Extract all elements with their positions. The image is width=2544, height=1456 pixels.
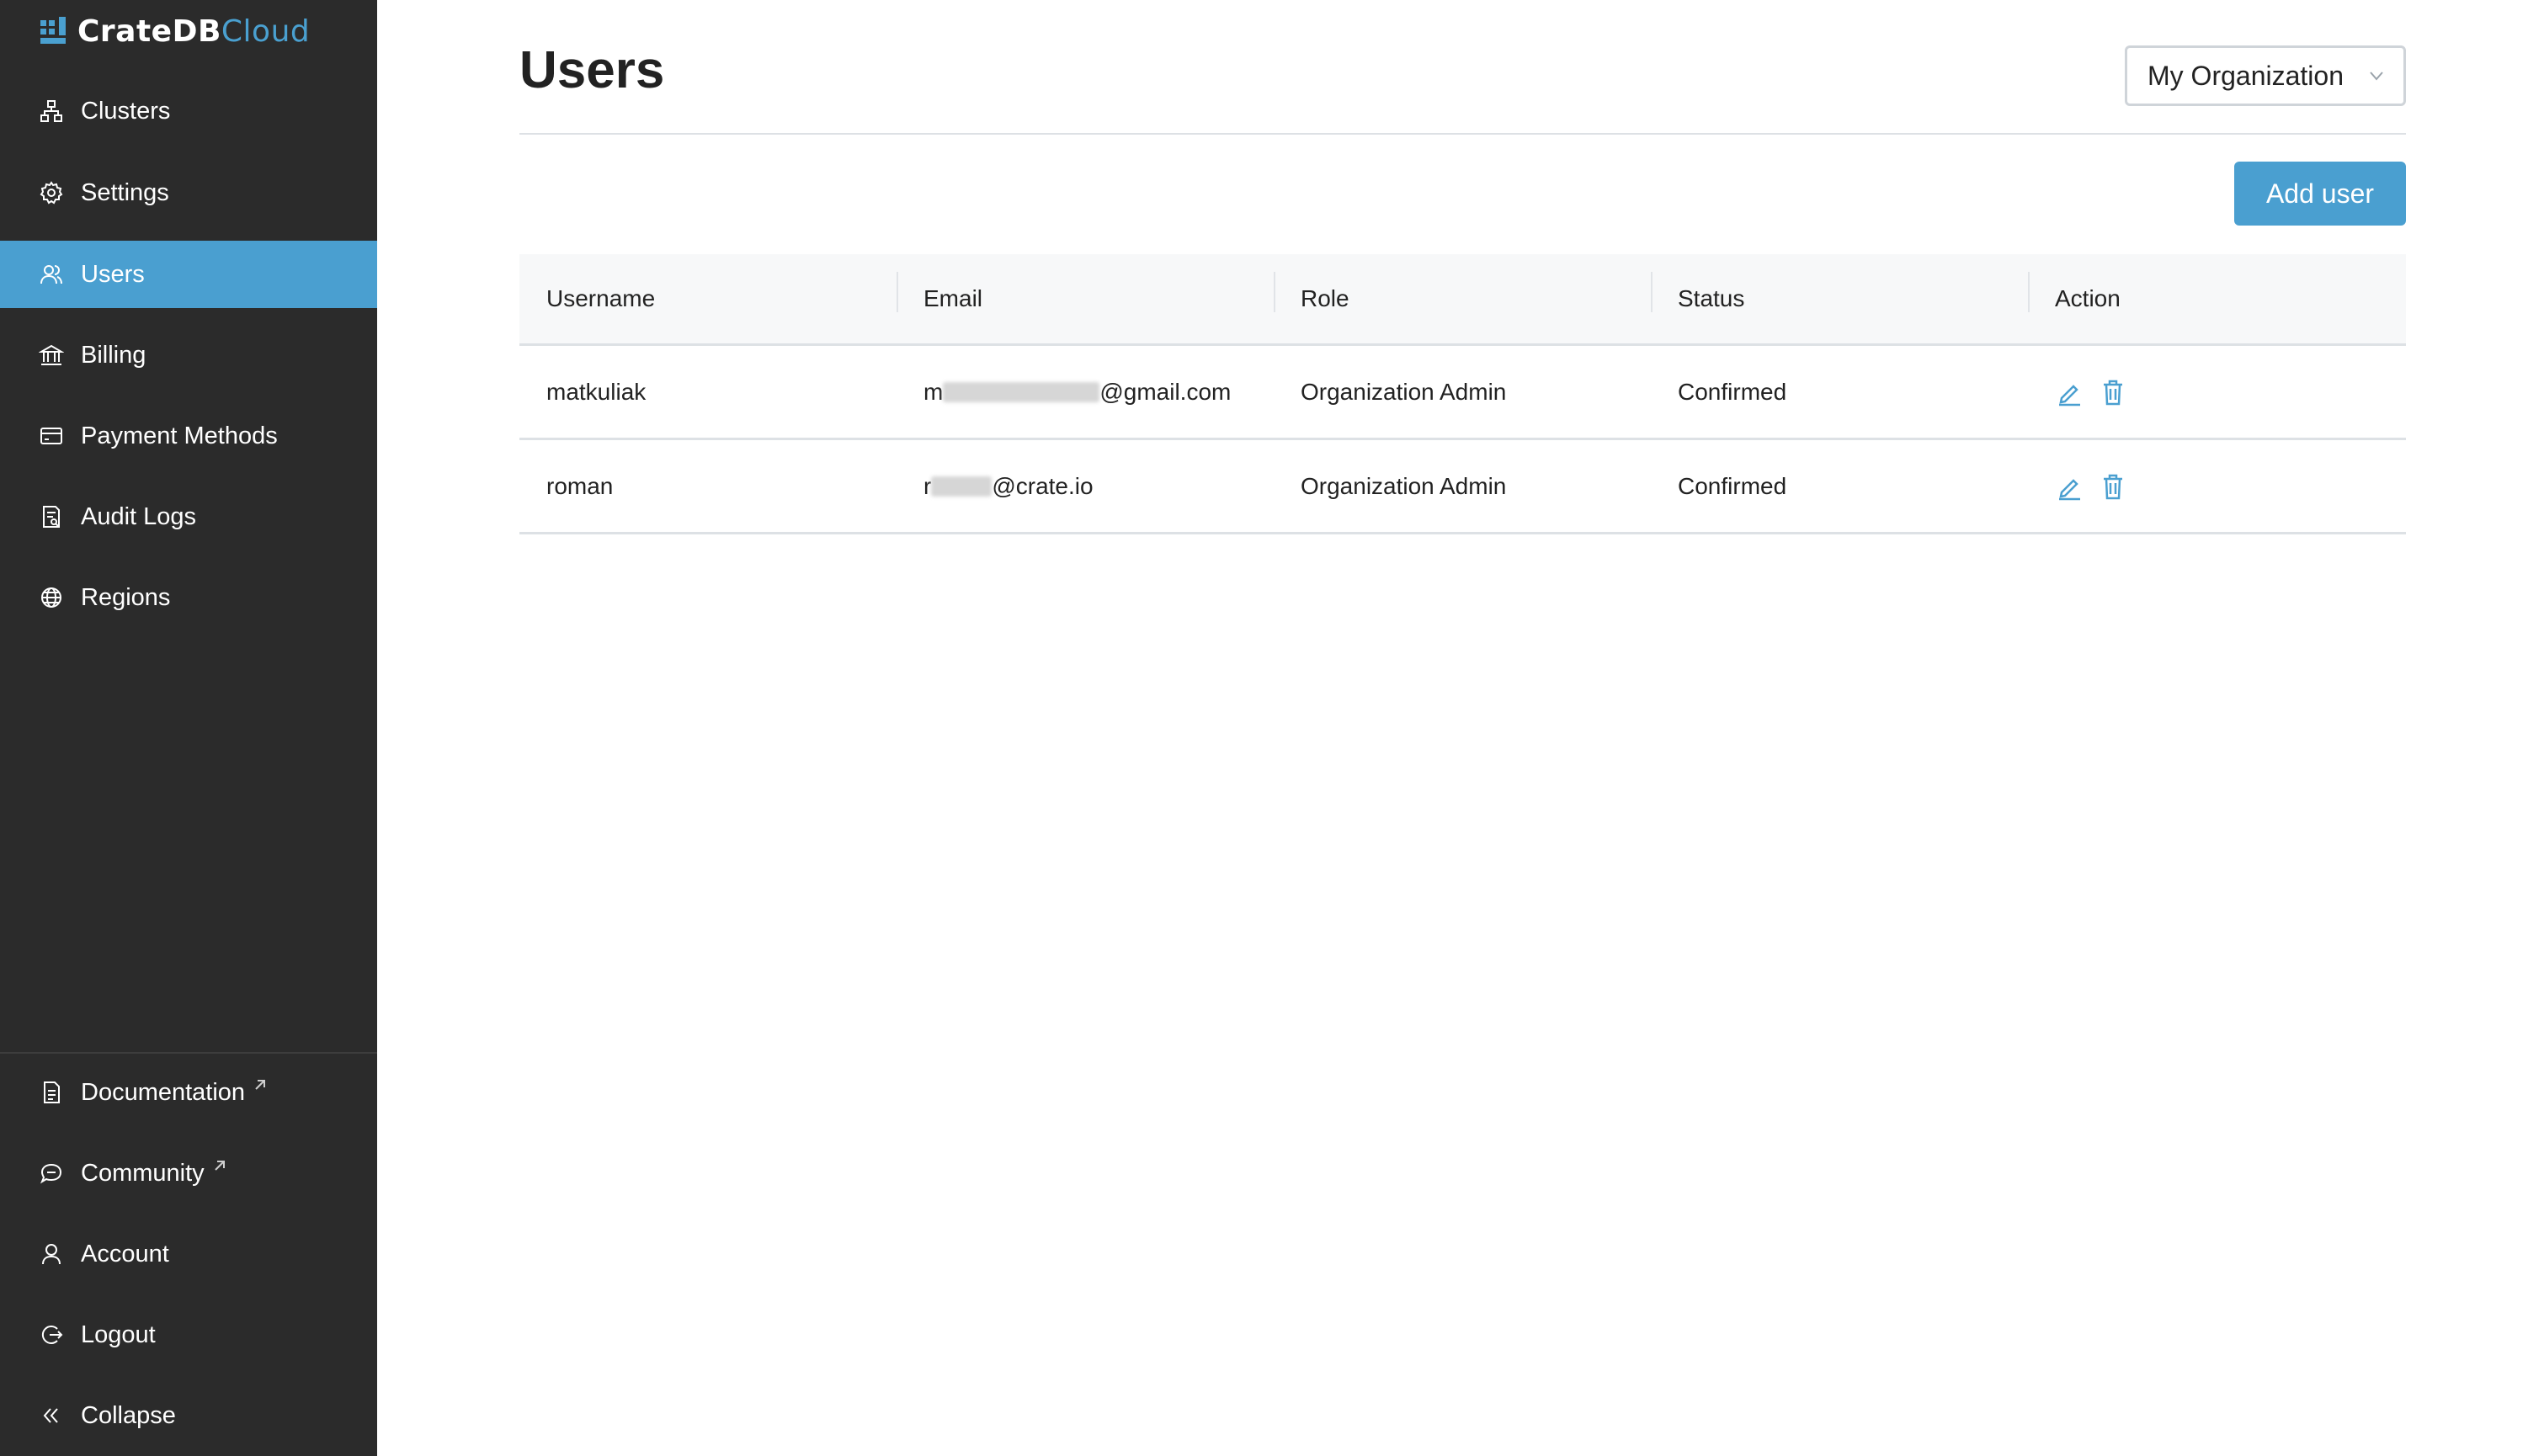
sidebar-item-regions[interactable]: Regions xyxy=(0,564,377,631)
cell-role: Organization Admin xyxy=(1301,378,1507,405)
users-table: Username Email Role Status Action matkul… xyxy=(519,254,2406,534)
sidebar-item-label: Collapse xyxy=(81,1401,176,1429)
redacted-email xyxy=(931,476,993,497)
table-row: roman r @crate.io Organization Admin Con… xyxy=(519,440,2406,534)
cell-action xyxy=(2028,378,2405,407)
column-header-username[interactable]: Username xyxy=(519,285,897,312)
cell-role: Organization Admin xyxy=(1301,472,1507,499)
sidebar-item-label: Regions xyxy=(81,583,171,611)
sidebar-item-label: Clusters xyxy=(81,97,171,125)
trash-icon[interactable] xyxy=(2099,378,2127,407)
sidebar-item-collapse[interactable]: Collapse xyxy=(0,1382,377,1449)
sidebar-item-clusters[interactable]: Clusters xyxy=(0,77,377,145)
external-link-icon xyxy=(255,1080,266,1090)
column-header-action: Action xyxy=(2028,272,2405,312)
double-chevron-left-icon xyxy=(43,1408,58,1423)
document-icon xyxy=(44,1081,60,1103)
email-prefix: m xyxy=(923,378,944,405)
users-icon xyxy=(40,265,62,284)
logo[interactable]: CrateDBCloud xyxy=(39,13,311,49)
sidebar-item-documentation[interactable]: Documentation xyxy=(0,1059,377,1126)
column-header-role[interactable]: Role xyxy=(1274,272,1651,312)
sidebar-item-billing[interactable]: Billing xyxy=(0,321,377,389)
chevron-down-icon xyxy=(2370,72,2383,81)
clusters-icon xyxy=(40,100,62,122)
cell-username: roman xyxy=(546,472,614,499)
sidebar-item-label: Community xyxy=(81,1159,205,1187)
sidebar-item-label: Audit Logs xyxy=(81,502,197,530)
add-user-button[interactable]: Add user xyxy=(2234,162,2406,226)
sidebar-item-community[interactable]: Community xyxy=(0,1140,377,1207)
cell-email: m @gmail.com xyxy=(897,379,1274,406)
redacted-email xyxy=(943,381,1100,402)
logo-text: CrateDBCloud xyxy=(77,13,311,49)
cell-status: Confirmed xyxy=(1678,472,1787,499)
table-header: Username Email Role Status Action xyxy=(519,254,2406,346)
sidebar-item-label: Billing xyxy=(81,341,146,369)
cratedb-logo-icon xyxy=(40,17,66,44)
cell-action xyxy=(2028,472,2405,501)
cell-username: matkuliak xyxy=(546,378,647,405)
sidebar-item-label: Settings xyxy=(81,178,169,206)
logout-icon xyxy=(41,1326,63,1344)
sidebar-item-logout[interactable]: Logout xyxy=(0,1301,377,1368)
sidebar-item-label: Account xyxy=(81,1240,169,1267)
gear-icon xyxy=(40,181,63,205)
sidebar: CrateDBCloud Clusters Settings Users Bil… xyxy=(0,0,377,1456)
sidebar-item-audit-logs[interactable]: Audit Logs xyxy=(0,483,377,550)
email-suffix: @crate.io xyxy=(992,472,1094,499)
chat-icon xyxy=(40,1163,62,1184)
sidebar-item-label: Payment Methods xyxy=(81,422,278,449)
credit-card-icon xyxy=(40,428,62,444)
table-row: matkuliak m @gmail.com Organization Admi… xyxy=(519,346,2406,440)
column-header-status[interactable]: Status xyxy=(1651,272,2028,312)
column-header-email[interactable]: Email xyxy=(897,272,1274,312)
sidebar-item-label: Users xyxy=(81,260,145,288)
user-icon xyxy=(42,1244,61,1265)
sidebar-divider xyxy=(0,1052,377,1054)
trash-icon[interactable] xyxy=(2099,472,2127,501)
bank-icon xyxy=(39,344,64,365)
organization-select-value: My Organization xyxy=(2147,60,2344,91)
cell-status: Confirmed xyxy=(1678,378,1787,405)
edit-icon[interactable] xyxy=(2055,472,2084,501)
title-divider xyxy=(519,133,2406,135)
sidebar-item-users[interactable]: Users xyxy=(0,241,377,308)
organization-select[interactable]: My Organization xyxy=(2125,45,2406,106)
audit-log-icon xyxy=(43,506,60,528)
sidebar-item-account[interactable]: Account xyxy=(0,1220,377,1288)
sidebar-item-settings[interactable]: Settings xyxy=(0,159,377,226)
sidebar-item-label: Documentation xyxy=(81,1078,246,1106)
cell-email: r @crate.io xyxy=(897,473,1274,500)
email-suffix: @gmail.com xyxy=(1099,378,1232,405)
page-title: Users xyxy=(519,41,665,99)
external-link-icon xyxy=(214,1161,225,1171)
email-prefix: r xyxy=(923,472,932,499)
edit-icon[interactable] xyxy=(2055,378,2084,407)
sidebar-item-payment-methods[interactable]: Payment Methods xyxy=(0,402,377,470)
sidebar-item-label: Logout xyxy=(81,1320,156,1348)
globe-icon xyxy=(41,587,61,608)
